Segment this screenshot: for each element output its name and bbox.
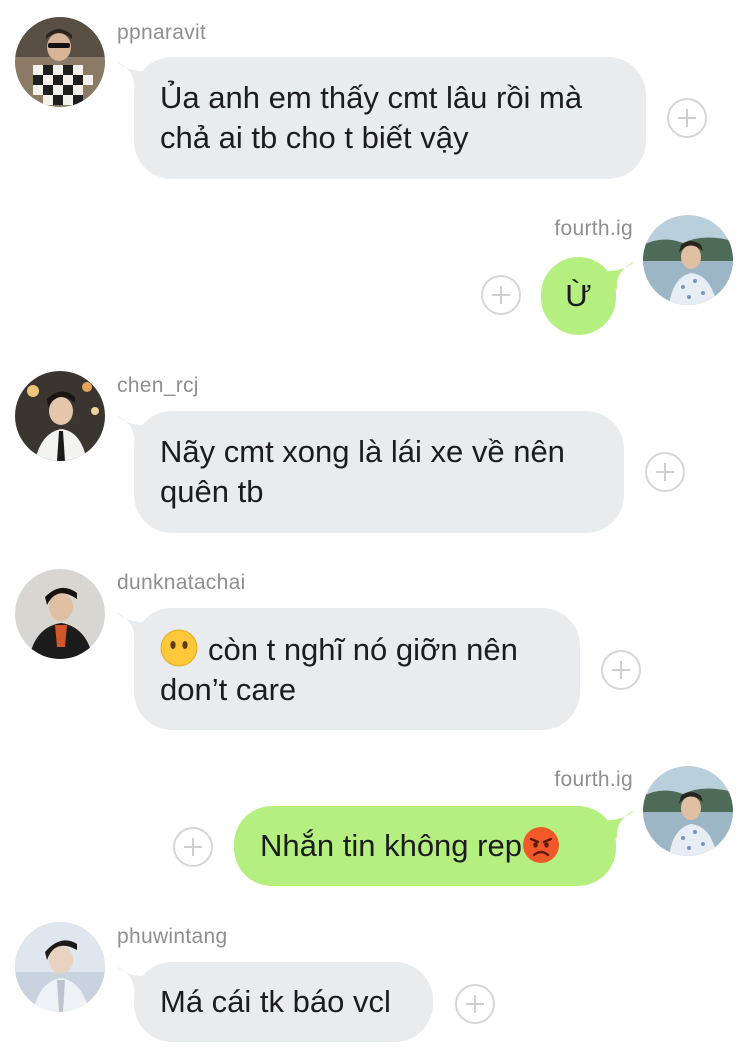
message-text: Nãy cmt xong là lái xe về nên quên tb bbox=[160, 434, 565, 509]
message-text: Nhắn tin không rep bbox=[260, 828, 522, 863]
avatar-dunk[interactable] bbox=[15, 569, 105, 659]
bubble-tail bbox=[599, 261, 635, 289]
username-label: chen_rcj bbox=[117, 374, 199, 397]
username-label: dunknatachai bbox=[117, 571, 246, 594]
add-reaction-button[interactable] bbox=[173, 827, 213, 867]
message-bubble[interactable]: Ủa anh em thấy cmt lâu rồi mà chả ai tb … bbox=[134, 57, 646, 179]
message-text-line: Nhắn tin không rep bbox=[260, 826, 560, 866]
username-label: phuwintang bbox=[117, 925, 228, 948]
avatar-fourth[interactable] bbox=[643, 766, 733, 856]
angry-face-emoji bbox=[522, 827, 559, 863]
username-label: fourth.ig bbox=[554, 768, 633, 791]
neutral-face-emoji bbox=[160, 629, 198, 666]
message-text: Má cái tk báo vcl bbox=[160, 984, 391, 1019]
message-text: còn t nghĩ nó giỡn nên don’t care bbox=[160, 631, 518, 707]
bubble-tail bbox=[599, 810, 635, 838]
message-bubble[interactable]: Nãy cmt xong là lái xe về nên quên tb bbox=[134, 411, 624, 533]
add-reaction-button[interactable] bbox=[667, 98, 707, 138]
avatar-fourth[interactable] bbox=[643, 215, 733, 305]
add-reaction-button[interactable] bbox=[481, 275, 521, 315]
message-bubble[interactable]: còn t nghĩ nó giỡn nên don’t care bbox=[134, 608, 580, 730]
message-text: Ừ bbox=[565, 278, 592, 313]
add-reaction-button[interactable] bbox=[601, 650, 641, 690]
username-label: fourth.ig bbox=[554, 217, 633, 240]
avatar-phuwin[interactable] bbox=[15, 922, 105, 1012]
username-label: ppnaravit bbox=[117, 21, 207, 44]
avatar-ppnaravit[interactable] bbox=[15, 17, 105, 107]
message-text: Ủa anh em thấy cmt lâu rồi mà chả ai tb … bbox=[160, 80, 583, 155]
message-bubble[interactable]: Má cái tk báo vcl bbox=[134, 962, 433, 1042]
add-reaction-button[interactable] bbox=[645, 452, 685, 492]
message-text-line: còn t nghĩ nó giỡn nên don’t care bbox=[160, 629, 554, 710]
avatar-chen[interactable] bbox=[15, 371, 105, 461]
add-reaction-button[interactable] bbox=[455, 984, 495, 1024]
message-bubble[interactable]: Nhắn tin không rep bbox=[234, 806, 616, 886]
